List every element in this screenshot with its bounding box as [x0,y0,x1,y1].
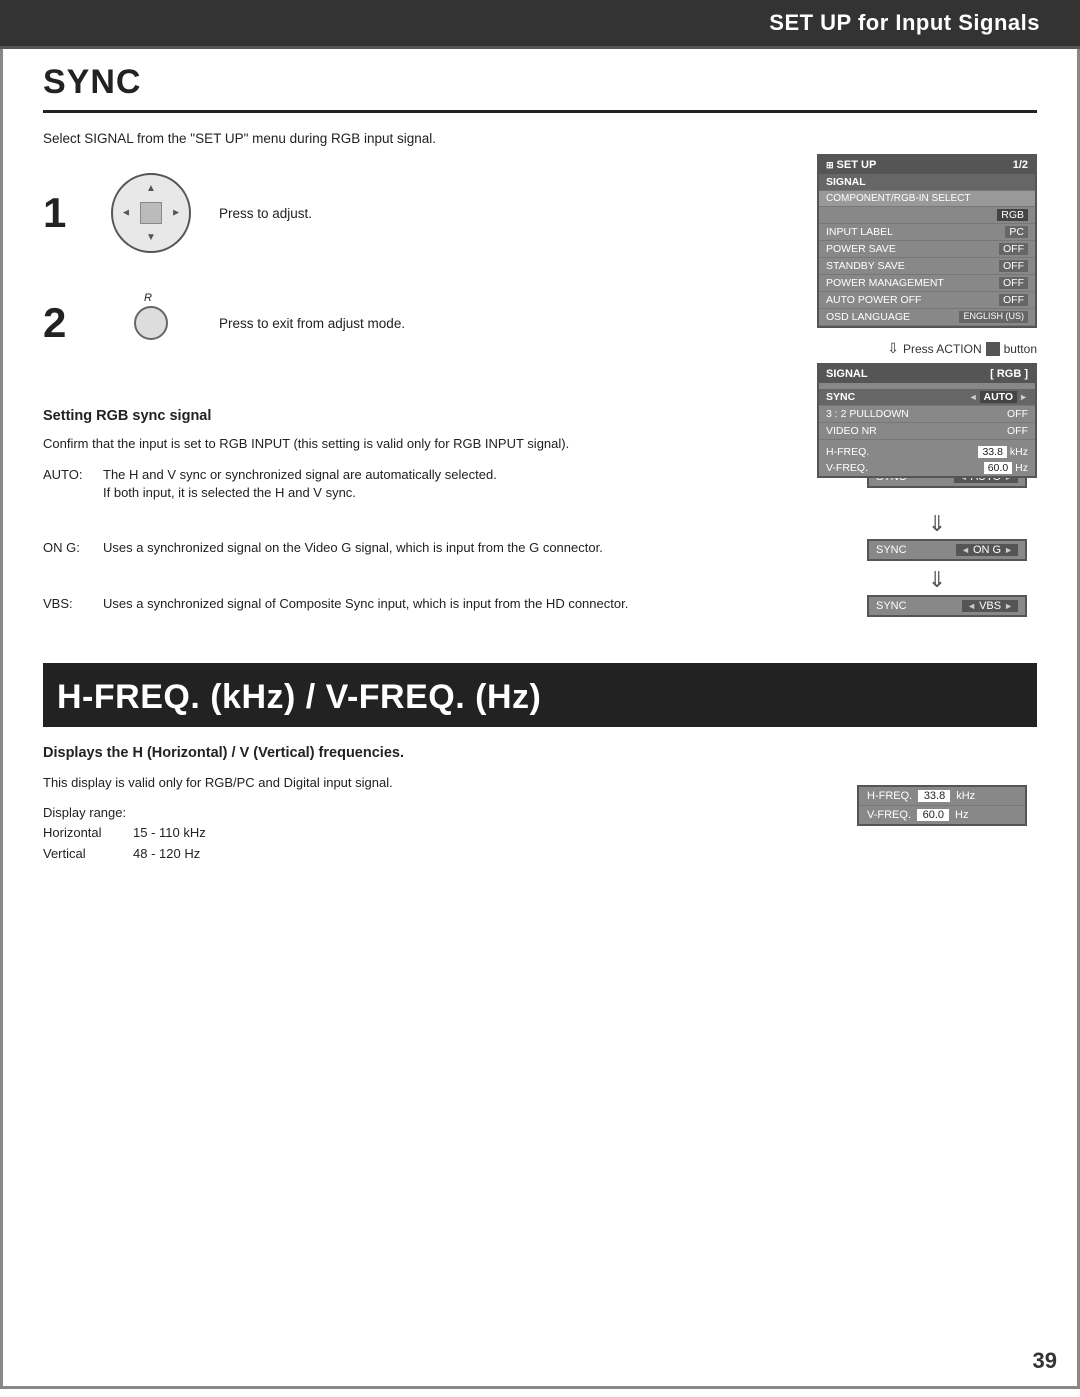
osd-rgb-val-row: RGB [819,207,1035,224]
hfreq-vertical-row: Vertical 48 - 120 Hz [43,844,222,865]
osd-signal-header: SIGNAL [ RGB ] [819,365,1035,383]
dpad-left-arrow: ◄ [121,208,131,219]
hfreq-h-row: H-FREQ. 33.8 kHz [859,787,1025,806]
page-number: 39 [1033,1348,1057,1374]
step-2-button-icon [134,306,168,340]
step-1-number: 1 [43,192,93,234]
header-bar: SET UP for Input Signals [0,0,1080,49]
hfreq-display-panel: H-FREQ. 33.8 kHz V-FREQ. 60.0 Hz [857,785,1027,826]
def-vbs: VBS: Uses a synchronized signal of Compo… [43,595,847,614]
step-1-diagram: ▲ ▼ ◄ ► [101,173,201,253]
osd-auto-power-off-row: AUTO POWER OFFOFF [819,292,1035,309]
def-ong: ON G: Uses a synchronized signal on the … [43,539,847,558]
step-2-diagram: R [101,306,201,340]
osd-signal-row: SIGNAL [819,174,1035,191]
osd-pulldown-row: 3 : 2 PULLDOWNOFF [819,406,1035,423]
osd-power-mgmt-row: POWER MANAGEMENTOFF [819,275,1035,292]
hfreq-v-row: V-FREQ. 60.0 Hz [859,806,1025,824]
hfreq-section: H-FREQ. (kHz) / V-FREQ. (Hz) Displays th… [43,663,1037,865]
hfreq-text1: This display is valid only for RGB/PC an… [43,773,837,793]
sync-section-title: SYNC [43,49,1037,113]
arrow-down-2: ⇓ [43,567,1037,593]
sync-definitions: AUTO: The H and V sync or synchronized s… [43,466,1037,624]
step-2-r-label: R [144,292,152,304]
osd-setup-header-icon: ⊞ SET UP [826,159,876,171]
osd-input-label-row: INPUT LABELPC [819,224,1035,241]
osd-standby-save-row: STANDBY SAVEOFF [819,258,1035,275]
sync-panel-vbs: SYNC ◄ VBS ► [867,595,1027,617]
osd-panels-container: ⊞ SET UP 1/2 SIGNAL COMPONENT/RGB-IN SEL… [817,154,1037,478]
osd-setup-page: 1/2 [1013,159,1028,171]
osd-power-save-row: POWER SAVEOFF [819,241,1035,258]
hfreq-subtitle: Displays the H (Horizontal) / V (Vertica… [43,745,837,761]
hfreq-section-title: H-FREQ. (kHz) / V-FREQ. (Hz) [43,666,1037,727]
osd-vfreq-row: V-FREQ. 60.0 Hz [819,460,1035,476]
def-auto: AUTO: The H and V sync or synchronized s… [43,466,847,504]
page-content: SYNC Select SIGNAL from the "SET UP" men… [0,49,1080,1389]
step-2-number: 2 [43,302,93,344]
dpad-center-button [140,202,162,224]
sync-panel-ong: SYNC ◄ ON G ► [867,539,1027,561]
press-action-text: ⇩ Press ACTION button [817,340,1037,357]
sync-intro-text: Select SIGNAL from the "SET UP" menu dur… [43,131,1037,146]
bottom-border [3,1386,1077,1389]
arrow-down-1: ⇓ [43,511,1037,537]
hfreq-range-table: Horizontal 15 - 110 kHz Vertical 48 - 12… [43,823,222,865]
action-button-icon [986,342,1000,356]
osd-setup-panel: ⊞ SET UP 1/2 SIGNAL COMPONENT/RGB-IN SEL… [817,154,1037,328]
osd-signal-panel: SIGNAL [ RGB ] SYNC ◄ AUTO ► 3 : 2 PULLD… [817,363,1037,478]
osd-video-nr-row: VIDEO NROFF [819,423,1035,440]
osd-component-row: COMPONENT/RGB-IN SELECT [819,191,1035,207]
dpad-down-arrow: ▼ [146,232,156,243]
hfreq-horizontal-row: Horizontal 15 - 110 kHz [43,823,222,844]
osd-sync-row: SYNC ◄ AUTO ► [819,389,1035,406]
osd-setup-header: ⊞ SET UP 1/2 [819,156,1035,174]
osd-lang-row: OSD LANGUAGEENGLISH (US) [819,309,1035,326]
dpad-right-arrow: ► [171,208,181,219]
hfreq-range: Display range: Horizontal 15 - 110 kHz V… [43,803,837,865]
dpad-up-arrow: ▲ [146,183,156,194]
dpad-icon: ▲ ▼ ◄ ► [111,173,191,253]
osd-hfreq-row: H-FREQ. 33.8 kHz [819,444,1035,460]
header-title: SET UP for Input Signals [769,10,1040,35]
